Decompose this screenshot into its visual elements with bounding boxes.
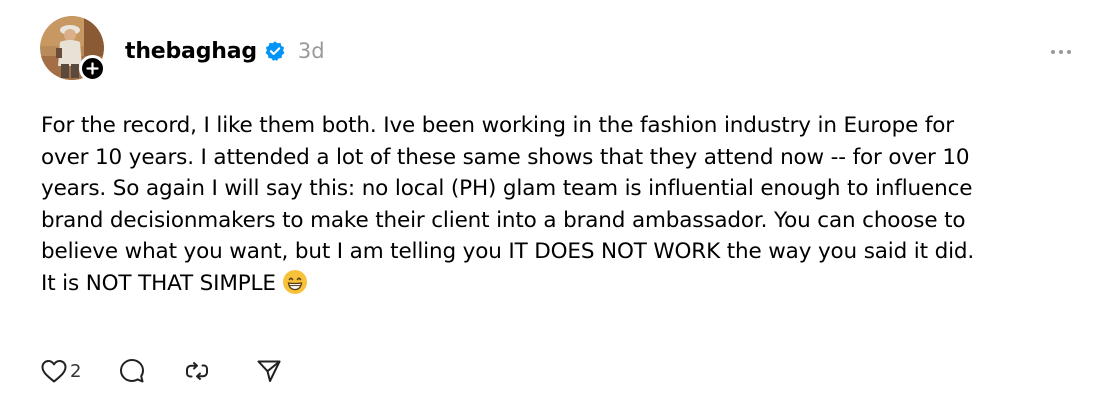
repost-button[interactable] <box>183 357 211 385</box>
post-body-line: brand decisionmakers to make their clien… <box>41 207 966 233</box>
post-body: For the record, I like them both. Ive be… <box>41 110 1101 299</box>
follow-button[interactable] <box>79 55 106 82</box>
thread-post: thebaghag 3d For the record, I like them… <box>0 0 1120 401</box>
post-body-line: over 10 years. I attended a lot of these… <box>41 144 970 170</box>
post-timestamp[interactable]: 3d <box>298 39 325 63</box>
like-count: 2 <box>70 360 82 382</box>
grinning-face-emoji-icon <box>282 269 307 294</box>
avatar[interactable] <box>40 16 106 82</box>
heart-icon <box>41 360 67 383</box>
post-header: thebaghag 3d <box>125 34 325 68</box>
more-options-icon[interactable] <box>1046 42 1076 62</box>
plus-icon <box>86 62 99 75</box>
post-body-line: It is NOT THAT SIMPLE <box>41 270 276 296</box>
post-actions: 2 <box>40 356 283 386</box>
reply-button[interactable] <box>118 357 146 385</box>
post-body-line: years. So again I will say this: no loca… <box>41 176 973 201</box>
post-body-line: For the record, I like them both. Ive be… <box>41 113 955 138</box>
comment-icon <box>120 359 145 383</box>
username[interactable]: thebaghag <box>125 39 257 64</box>
verified-badge-icon <box>265 41 285 61</box>
share-button[interactable] <box>255 357 283 385</box>
like-button[interactable]: 2 <box>40 358 81 384</box>
post-body-line: believe what you want, but I am telling … <box>41 239 975 264</box>
repost-icon <box>186 362 209 380</box>
post-body-last-line: It is NOT THAT SIMPLE <box>41 268 1101 300</box>
send-icon <box>257 360 281 382</box>
